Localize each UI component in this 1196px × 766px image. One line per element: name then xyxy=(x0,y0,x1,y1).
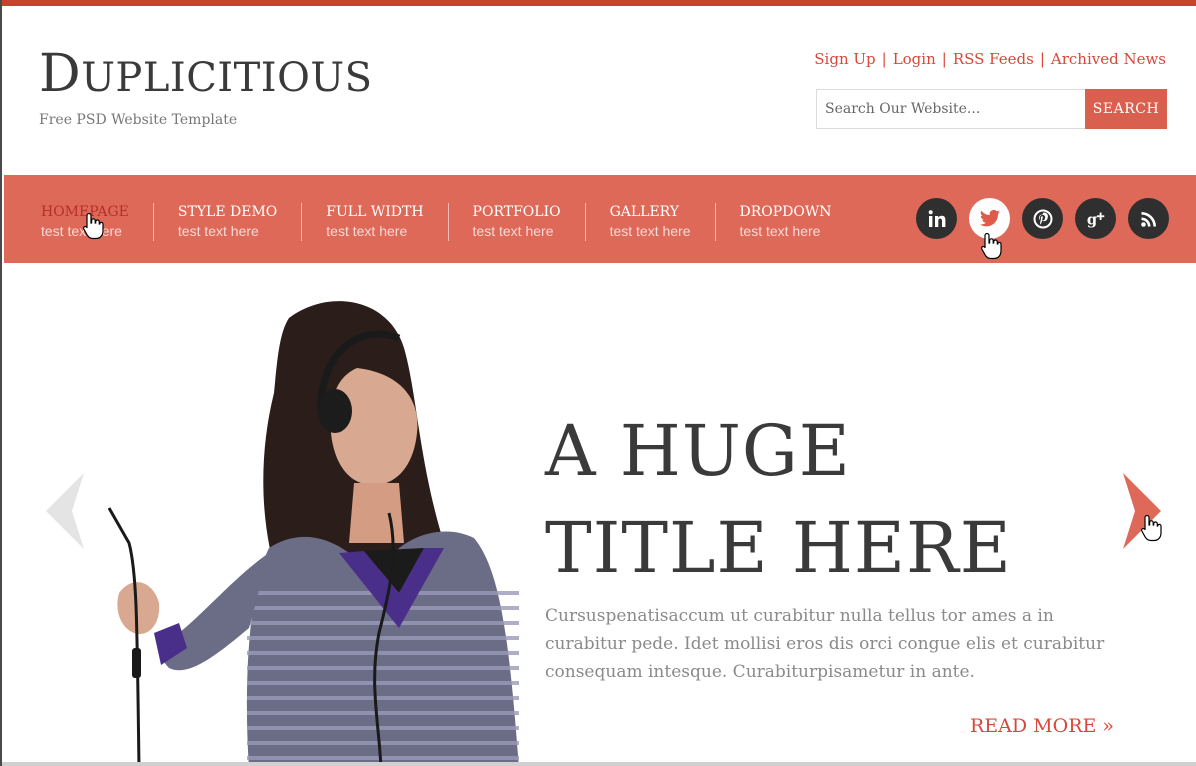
search-button[interactable]: SEARCH xyxy=(1085,89,1167,129)
nav-item-gallery[interactable]: GALLERY test text here xyxy=(584,203,715,241)
nav-item-subtitle: test text here xyxy=(472,223,554,239)
login-link[interactable]: Login xyxy=(893,50,936,68)
link-separator: | xyxy=(1039,50,1045,68)
pinterest-icon[interactable] xyxy=(1022,198,1063,239)
slider-prev-arrow-icon[interactable] xyxy=(40,471,86,551)
linkedin-icon[interactable] xyxy=(916,198,957,239)
top-accent-strip xyxy=(2,0,1196,6)
link-separator: | xyxy=(881,50,887,68)
google-plus-icon[interactable]: g xyxy=(1075,198,1116,239)
nav-item-title: PORTFOLIO xyxy=(472,204,561,220)
nav-item-title: STYLE DEMO xyxy=(177,204,278,220)
hand-cursor-icon xyxy=(82,212,104,240)
page: DUPLICITIOUS Free PSD Website Template S… xyxy=(0,0,1196,766)
hero-title: A HUGE TITLE HERE xyxy=(545,403,1012,597)
nav-item-subtitle: test text here xyxy=(326,223,408,239)
rss-feeds-link[interactable]: RSS Feeds xyxy=(953,50,1034,68)
read-more-link[interactable]: READ MORE » xyxy=(970,715,1114,737)
sign-up-link[interactable]: Sign Up xyxy=(814,50,875,68)
nav-item-title: FULL WIDTH xyxy=(326,204,424,220)
nav-item-title: GALLERY xyxy=(609,204,680,220)
archived-news-link[interactable]: Archived News xyxy=(1051,50,1166,68)
search-form: SEARCH xyxy=(816,89,1167,129)
link-separator: | xyxy=(941,50,947,68)
rss-icon[interactable] xyxy=(1128,198,1169,239)
hero-slider: A HUGE TITLE HERE Cursuspenatisaccum ut … xyxy=(4,263,1196,766)
nav-item-dropdown[interactable]: DROPDOWN test text here xyxy=(714,203,856,241)
top-links: Sign Up | Login | RSS Feeds | Archived N… xyxy=(814,50,1166,68)
search-input[interactable] xyxy=(816,89,1085,129)
hero-title-line: A HUGE xyxy=(545,410,851,492)
svg-text:g: g xyxy=(1086,211,1096,228)
nav-menu: HOMEPAGE test text here STYLE DEMO test … xyxy=(41,203,856,241)
hand-cursor-icon xyxy=(980,232,1002,260)
site-logo[interactable]: DUPLICITIOUS xyxy=(39,48,372,100)
hero-description: Cursuspenatisaccum ut curabitur nulla te… xyxy=(545,606,1105,682)
nav-item-full-width[interactable]: FULL WIDTH test text here xyxy=(301,203,447,241)
nav-item-subtitle: test text here xyxy=(177,223,259,239)
bottom-border xyxy=(2,762,1196,766)
nav-item-portfolio[interactable]: PORTFOLIO test text here xyxy=(447,203,585,241)
social-links: g xyxy=(916,198,1169,239)
nav-item-subtitle: test text here xyxy=(739,223,821,239)
site-tagline: Free PSD Website Template xyxy=(39,112,238,128)
nav-item-style-demo[interactable]: STYLE DEMO test text here xyxy=(152,203,301,241)
hand-cursor-icon xyxy=(1140,514,1162,542)
main-nav: HOMEPAGE test text here STYLE DEMO test … xyxy=(4,175,1196,263)
nav-item-title: DROPDOWN xyxy=(739,204,832,220)
hero-woman-with-headphones-image xyxy=(107,301,519,766)
hero-title-line: TITLE HERE xyxy=(545,507,1012,589)
nav-item-subtitle: test text here xyxy=(609,223,691,239)
